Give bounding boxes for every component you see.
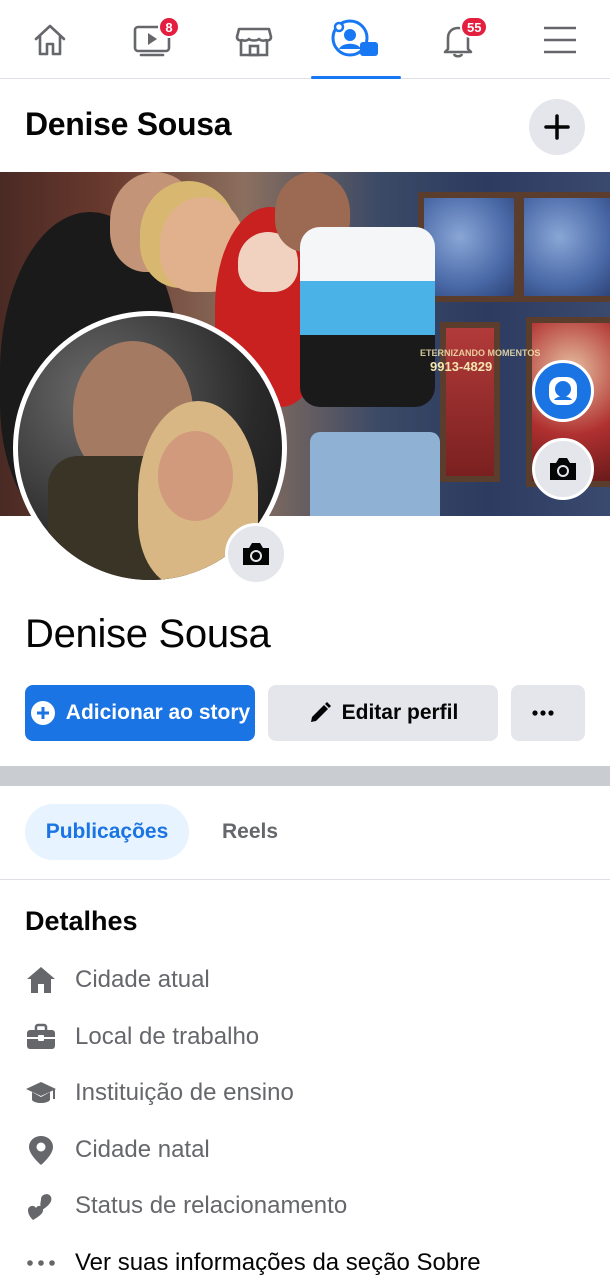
create-button[interactable] (529, 99, 585, 155)
edit-profile-picture-button[interactable] (225, 523, 287, 585)
cover-watermark: ETERNIZANDO MOMENTOS 9913-4829 (420, 348, 541, 374)
detail-label: Ver suas informações da seção Sobre (75, 1249, 481, 1276)
notifications-badge: 55 (460, 16, 489, 38)
nav-video[interactable]: 8 (102, 0, 202, 79)
marketplace-icon (235, 27, 273, 56)
detail-workplace[interactable]: Local de trabalho (25, 1017, 610, 1057)
ellipsis-icon (25, 1247, 57, 1279)
cover-person (300, 227, 435, 407)
plus-icon (544, 114, 570, 140)
cover-window (518, 192, 610, 302)
add-to-story-label: Adicionar ao story (65, 701, 251, 724)
location-pin-icon (25, 1134, 57, 1166)
detail-label: Instituição de ensino (75, 1079, 294, 1106)
more-options-button[interactable] (511, 685, 585, 741)
video-badge: 8 (158, 16, 180, 38)
edit-profile-label: Editar perfil (341, 701, 459, 724)
details-heading: Detalhes (25, 906, 138, 936)
home-icon (34, 24, 66, 55)
graduation-cap-icon (25, 1077, 57, 1109)
detail-current-city[interactable]: Cidade atual (25, 960, 610, 1000)
page-title: Denise Sousa (25, 106, 232, 142)
profile-header: Denise Sousa (0, 80, 610, 172)
nav-marketplace[interactable] (204, 0, 304, 79)
detail-education[interactable]: Instituição de ensino (25, 1073, 610, 1113)
profile-name: Denise Sousa (25, 612, 271, 656)
detail-label: Local de trabalho (75, 1023, 260, 1050)
detail-label: Cidade natal (75, 1136, 210, 1163)
house-icon (25, 964, 57, 996)
nav-groups[interactable] (306, 0, 406, 79)
edit-profile-button[interactable]: Editar perfil (268, 685, 498, 741)
ellipsis-icon (532, 710, 554, 716)
detail-label: Cidade atual (75, 966, 210, 993)
add-to-story-button[interactable]: Adicionar ao story (25, 685, 255, 741)
cover-person (310, 432, 440, 516)
nav-menu[interactable] (510, 0, 610, 79)
camera-icon (550, 458, 576, 480)
detail-relationship[interactable]: Status de relacionamento (25, 1186, 610, 1226)
hearts-icon (25, 1190, 57, 1222)
detail-see-about[interactable]: Ver suas informações da seção Sobre (25, 1243, 610, 1280)
menu-icon (544, 26, 576, 53)
tab-reels[interactable]: Reels (200, 804, 300, 860)
detail-hometown[interactable]: Cidade natal (25, 1130, 610, 1170)
top-navigation: 8 55 (0, 0, 610, 79)
groups-icon (331, 19, 378, 56)
tab-publicacoes[interactable]: Publicações (25, 804, 189, 860)
pencil-icon (310, 702, 331, 722)
section-separator (0, 766, 610, 786)
avatar-icon-button[interactable] (532, 360, 594, 422)
nav-notifications[interactable]: 55 (408, 0, 508, 79)
nav-home[interactable] (0, 0, 100, 79)
tabs-divider (0, 879, 610, 880)
edit-cover-button[interactable] (532, 438, 594, 500)
camera-icon (243, 543, 269, 565)
detail-label: Status de relacionamento (75, 1192, 348, 1219)
cover-window (440, 322, 500, 482)
avatar-icon (549, 377, 577, 405)
briefcase-icon (25, 1021, 57, 1053)
plus-circle-icon (30, 701, 55, 725)
avatar-face (158, 431, 233, 521)
